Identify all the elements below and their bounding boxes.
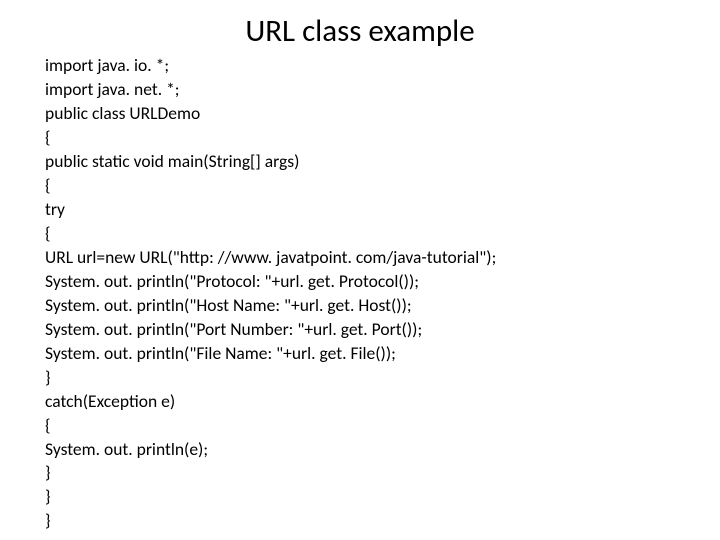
code-line: URL url=new URL("http: //www. javatpoint… bbox=[45, 246, 496, 270]
code-line: System. out. println("Protocol: "+url. g… bbox=[45, 270, 496, 294]
code-line: { bbox=[45, 126, 496, 150]
code-line: public static void main(String[] args) bbox=[45, 150, 496, 174]
code-line: import java. net. *; bbox=[45, 78, 496, 102]
code-line: System. out. println("Host Name: "+url. … bbox=[45, 294, 496, 318]
code-example: import java. io. *; import java. net. *;… bbox=[45, 54, 496, 533]
code-line: public class URLDemo bbox=[45, 102, 496, 126]
code-line: System. out. println("File Name: "+url. … bbox=[45, 342, 496, 366]
code-line: catch(Exception e) bbox=[45, 390, 496, 414]
code-line: try bbox=[45, 198, 496, 222]
code-line: } bbox=[45, 461, 496, 485]
slide-title: URL class example bbox=[0, 12, 720, 50]
code-line: } bbox=[45, 509, 496, 533]
code-line: System. out. println("Port Number: "+url… bbox=[45, 318, 496, 342]
code-line: { bbox=[45, 174, 496, 198]
code-line: } bbox=[45, 485, 496, 509]
code-line: { bbox=[45, 222, 496, 246]
code-line: } bbox=[45, 366, 496, 390]
code-line: System. out. println(e); bbox=[45, 438, 496, 462]
code-line: { bbox=[45, 414, 496, 438]
code-line: import java. io. *; bbox=[45, 54, 496, 78]
